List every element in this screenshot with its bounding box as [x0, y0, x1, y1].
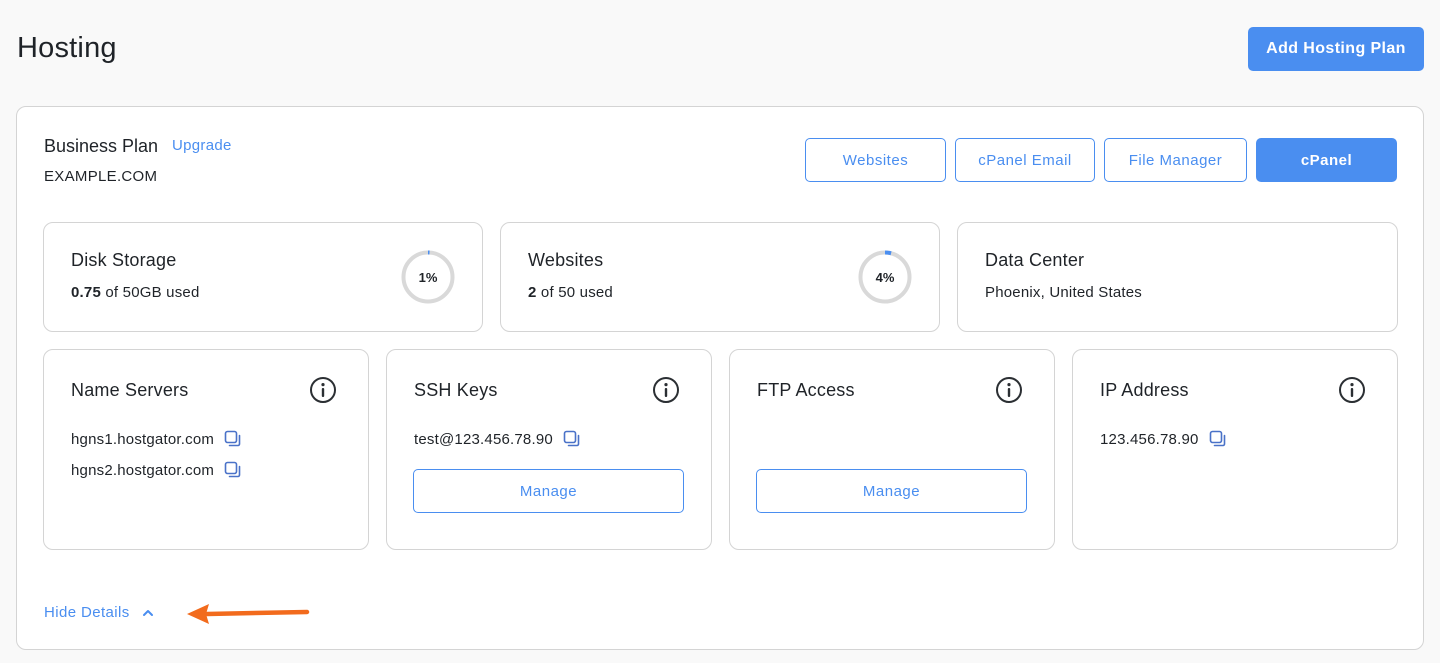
ssh-keys-tile: SSH Keys test@123.456.78.90 Manage — [386, 349, 712, 550]
data-center-title: Data Center — [985, 250, 1085, 270]
name-server-1: hgns1.hostgator.com — [71, 430, 242, 448]
file-manager-button[interactable]: File Manager — [1104, 138, 1247, 182]
arrow-left-icon — [187, 604, 310, 624]
disk-usage-percent: 1% — [418, 269, 438, 285]
websites-usage-percent: 4% — [875, 269, 895, 285]
chevron-up-icon — [142, 609, 153, 616]
disk-used-value: 0.75 — [71, 284, 101, 301]
plan-name: Business Plan — [44, 136, 159, 156]
page-title: Hosting — [17, 32, 117, 64]
websites-usage: 2 of 50 used — [528, 284, 613, 301]
disk-storage-tile: Disk Storage 0.75 of 50GB used 1% — [43, 222, 483, 332]
ftp-access-title: FTP Access — [757, 380, 855, 400]
ip-address-tile: IP Address 123.456.78.90 — [1072, 349, 1398, 550]
websites-button[interactable]: Websites — [805, 138, 946, 182]
copy-icon[interactable] — [1209, 430, 1227, 448]
disk-usage-ring: 1% — [400, 249, 456, 305]
disk-storage-usage: 0.75 of 50GB used — [71, 284, 200, 301]
info-circle-icon[interactable] — [995, 376, 1023, 404]
disk-used-suffix: of 50GB used — [105, 284, 200, 301]
ssh-key-value: test@123.456.78.90 — [414, 430, 581, 448]
plan-domain: EXAMPLE.COM — [44, 168, 158, 185]
disk-storage-title: Disk Storage — [71, 250, 177, 270]
copy-icon[interactable] — [224, 430, 242, 448]
websites-tile: Websites 2 of 50 used 4% — [500, 222, 940, 332]
ftp-access-manage-button[interactable]: Manage — [756, 469, 1027, 513]
name-server-2: hgns2.hostgator.com — [71, 461, 242, 479]
ip-address-title: IP Address — [1100, 380, 1189, 400]
name-servers-title: Name Servers — [71, 380, 189, 400]
cpanel-email-button[interactable]: cPanel Email — [955, 138, 1095, 182]
data-center-tile: Data Center Phoenix, United States — [957, 222, 1398, 332]
ssh-key-text: test@123.456.78.90 — [414, 430, 553, 448]
info-circle-icon[interactable] — [1338, 376, 1366, 404]
copy-icon[interactable] — [224, 461, 242, 479]
name-servers-tile: Name Servers hgns1.hostgator.com hgns2.h… — [43, 349, 369, 550]
ip-address-text: 123.456.78.90 — [1100, 430, 1199, 448]
data-center-location: Phoenix, United States — [985, 284, 1142, 301]
hosting-plan-card: Business Plan Upgrade EXAMPLE.COM Websit… — [16, 106, 1424, 650]
hide-details-toggle[interactable]: Hide Details — [44, 604, 154, 621]
upgrade-link[interactable]: Upgrade — [172, 137, 232, 154]
ip-address-value: 123.456.78.90 — [1100, 430, 1227, 448]
info-circle-icon[interactable] — [652, 376, 680, 404]
ftp-access-tile: FTP Access Manage — [729, 349, 1055, 550]
ssh-keys-title: SSH Keys — [414, 380, 498, 400]
copy-icon[interactable] — [563, 430, 581, 448]
name-server-1-text: hgns1.hostgator.com — [71, 430, 215, 448]
websites-usage-ring: 4% — [857, 249, 913, 305]
websites-title: Websites — [528, 250, 604, 270]
websites-used-suffix: of 50 used — [540, 284, 613, 301]
cpanel-button[interactable]: cPanel — [1256, 138, 1397, 182]
info-circle-icon[interactable] — [309, 376, 337, 404]
add-hosting-plan-button[interactable]: Add Hosting Plan — [1248, 27, 1424, 71]
ssh-keys-manage-button[interactable]: Manage — [413, 469, 684, 513]
hide-details-label: Hide Details — [44, 604, 130, 621]
websites-used-value: 2 — [528, 284, 537, 301]
name-server-2-text: hgns2.hostgator.com — [71, 461, 215, 479]
